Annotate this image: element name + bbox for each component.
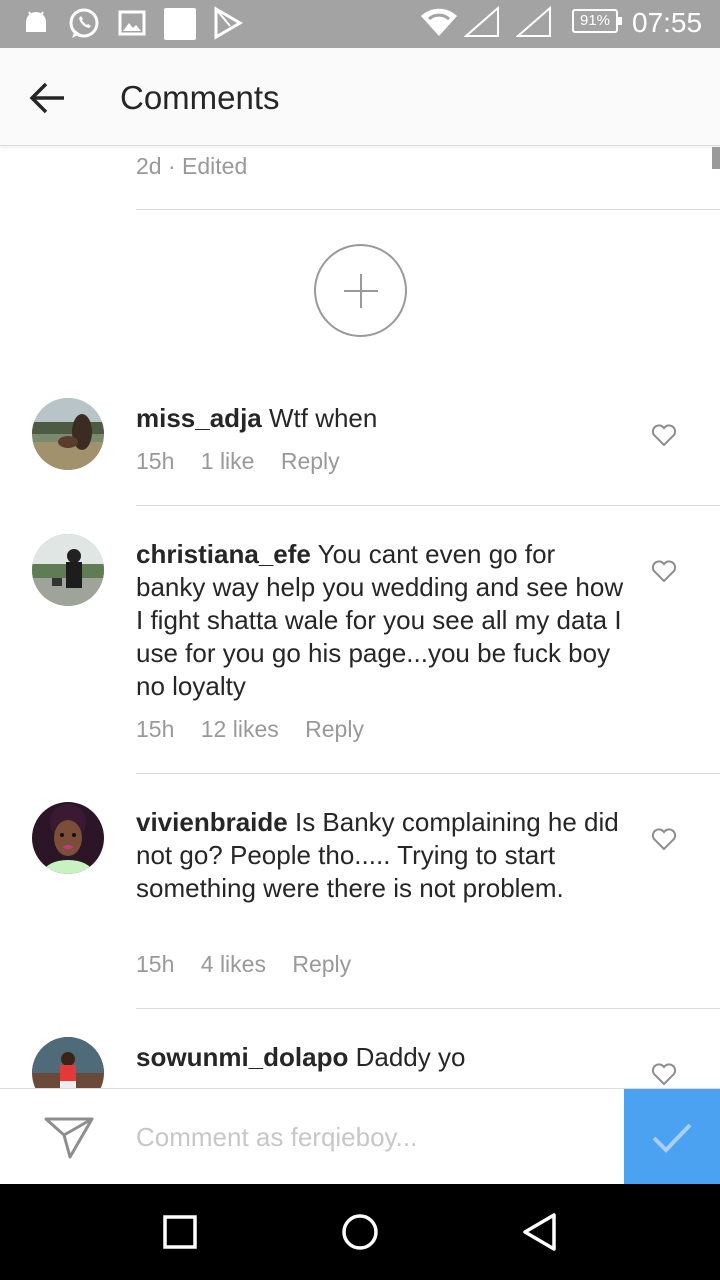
load-more-button[interactable] xyxy=(314,244,407,337)
play-store-icon xyxy=(214,6,243,40)
signal-icon xyxy=(516,6,551,37)
avatar[interactable] xyxy=(32,1037,104,1088)
comment-meta: 15h 1 like Reply xyxy=(136,448,360,475)
post-comment-button[interactable] xyxy=(624,1089,720,1185)
comment-text-block: vivienbraide Is Banky complaining he did… xyxy=(136,806,626,905)
comment-username[interactable]: miss_adja xyxy=(136,403,262,433)
wifi-icon xyxy=(421,8,457,36)
reply-button[interactable]: Reply xyxy=(281,448,340,474)
comment-likes[interactable]: 12 likes xyxy=(201,716,279,742)
like-heart-icon[interactable] xyxy=(651,423,677,447)
comment-time: 15h xyxy=(136,951,175,977)
comment-text: Wtf when xyxy=(268,403,378,433)
scrollbar[interactable] xyxy=(712,147,720,169)
comment-input-bar xyxy=(0,1088,720,1185)
comment-time: 15h xyxy=(136,448,175,474)
comment-time: 15h xyxy=(136,716,175,742)
back-arrow-icon xyxy=(29,82,64,114)
comment-text: Daddy yo xyxy=(355,1042,466,1072)
divider xyxy=(136,209,720,210)
comments-list[interactable]: 2d · Edited miss_adja Wtf when 15h 1 lik… xyxy=(0,147,720,1088)
whatsapp-icon xyxy=(69,8,99,38)
divider xyxy=(136,505,720,506)
home-circle-icon[interactable] xyxy=(340,1212,380,1252)
back-button[interactable] xyxy=(22,72,74,124)
comment-likes[interactable]: 1 like xyxy=(201,448,255,474)
status-time: 07:55 xyxy=(632,7,703,38)
signal-icon xyxy=(464,6,499,37)
avatar-photo xyxy=(32,802,104,874)
comment-meta: 15h 12 likes Reply xyxy=(136,716,384,743)
comment-username[interactable]: vivienbraide xyxy=(136,807,288,837)
checkmark-icon xyxy=(652,1123,692,1153)
comment-text-block: sowunmi_dolapo Daddy yo xyxy=(136,1041,626,1074)
comment-input[interactable] xyxy=(136,1117,606,1157)
page-title: Comments xyxy=(120,79,280,116)
comment-meta: 15h 4 likes Reply xyxy=(136,951,371,978)
comment-username[interactable]: christiana_efe xyxy=(136,539,311,569)
paper-plane-icon[interactable] xyxy=(44,1113,94,1161)
battery-indicator: 91% xyxy=(572,9,622,33)
android-icon xyxy=(26,11,46,32)
divider xyxy=(136,1008,720,1009)
avatar[interactable] xyxy=(32,534,104,606)
system-navigation-bar xyxy=(0,1184,720,1280)
avatar-photo xyxy=(32,534,104,606)
avatar[interactable] xyxy=(32,398,104,470)
square-notification-icon xyxy=(164,8,196,40)
divider xyxy=(136,773,720,774)
like-heart-icon[interactable] xyxy=(651,1062,677,1086)
reply-button[interactable]: Reply xyxy=(305,716,364,742)
comment-likes[interactable]: 4 likes xyxy=(201,951,266,977)
like-heart-icon[interactable] xyxy=(651,827,677,851)
back-triangle-icon[interactable] xyxy=(520,1212,560,1252)
previous-comment-meta: 2d · Edited xyxy=(136,153,248,179)
recents-square-icon[interactable] xyxy=(160,1212,200,1252)
avatar[interactable] xyxy=(32,802,104,874)
comment-text-block: christiana_efe You cant even go for bank… xyxy=(136,538,626,703)
gallery-icon xyxy=(118,10,146,36)
avatar-photo xyxy=(32,1037,104,1088)
avatar-photo xyxy=(32,398,104,470)
status-bar: 91% 07:55 xyxy=(0,0,720,48)
reply-button[interactable]: Reply xyxy=(292,951,351,977)
like-heart-icon[interactable] xyxy=(651,559,677,583)
comment-username[interactable]: sowunmi_dolapo xyxy=(136,1042,348,1072)
comment-text-block: miss_adja Wtf when xyxy=(136,402,626,435)
app-bar: Comments xyxy=(0,48,720,146)
